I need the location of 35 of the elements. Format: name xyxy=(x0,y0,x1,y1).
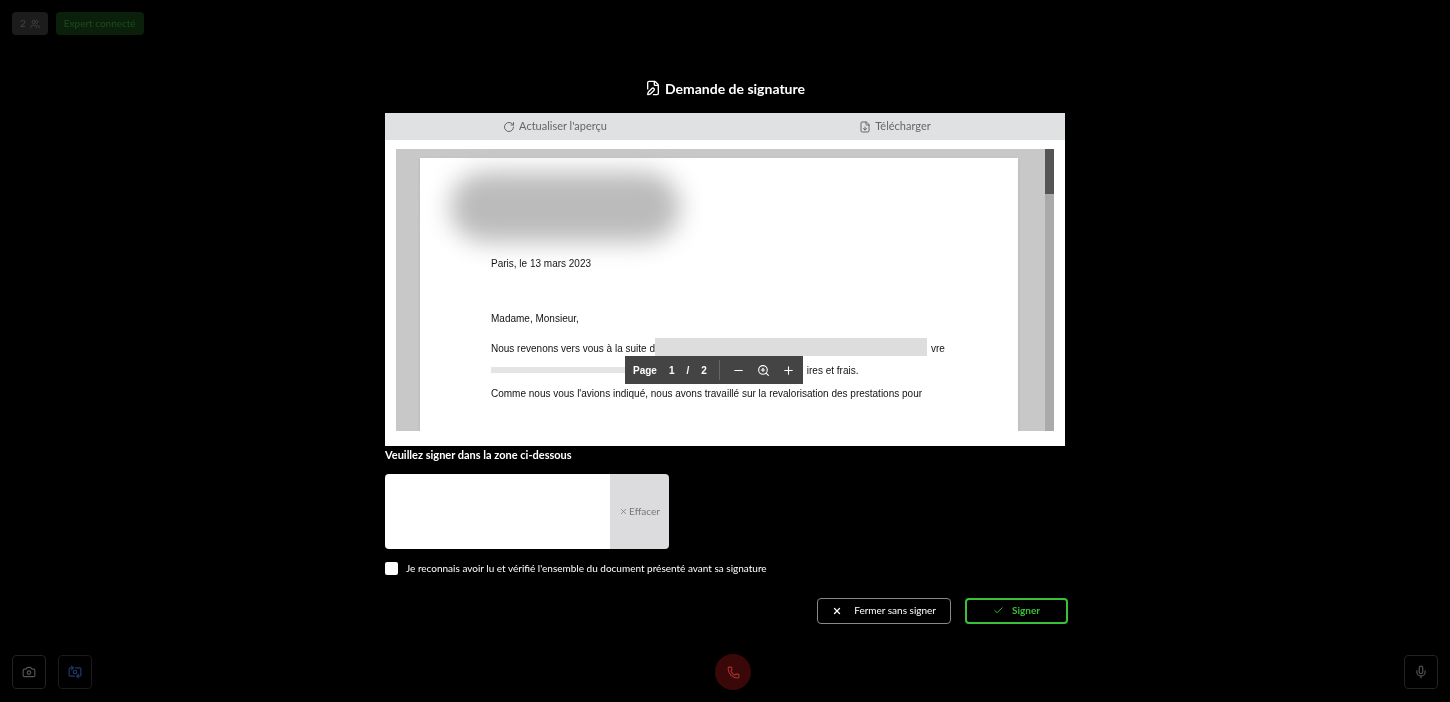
microphone-icon xyxy=(1414,665,1428,679)
close-icon xyxy=(832,605,843,616)
letter-text: Comme nous vous l'avions indiqué, nous avons travaillé sur la revalorisation des prestations pour xyxy=(491,387,924,401)
toolbar-button[interactable]: Télécharger xyxy=(725,113,1065,140)
sign-button[interactable]: Signer xyxy=(965,597,1068,624)
checkbox-label: Je reconnais avoir lu et vérifié l'ensemble du document présenté avant sa signature xyxy=(406,560,767,576)
page-separator: / xyxy=(686,363,690,378)
file-download-icon xyxy=(859,120,872,133)
close-button[interactable]: Fermer sans signer xyxy=(817,597,951,624)
letter-text: Nous revenons vers vous à la suite d xyxy=(491,342,655,356)
letter-text: vre xyxy=(931,342,945,356)
hang-up-button[interactable] xyxy=(715,654,751,690)
zoom-in-icon[interactable] xyxy=(781,363,795,377)
dialog-title: Demande de signature xyxy=(665,78,805,99)
microphone-button[interactable] xyxy=(1404,655,1438,689)
toolbar-button[interactable]: Actualiser l'aperçu xyxy=(385,113,725,140)
zoom-icon[interactable] xyxy=(756,363,770,377)
page-number-field[interactable]: 1 xyxy=(668,362,675,378)
letter-date: Paris, le 13 mars 2023 xyxy=(491,257,593,271)
checkbox[interactable] xyxy=(385,561,398,575)
check-icon xyxy=(993,605,1004,616)
edit-document-icon xyxy=(645,80,661,96)
page-label: Page xyxy=(633,363,657,378)
page-total: 2 xyxy=(701,363,707,378)
phone-icon xyxy=(726,665,740,679)
scrollbar[interactable] xyxy=(1045,149,1054,431)
refresh-icon xyxy=(503,120,516,133)
switch-camera-button[interactable] xyxy=(58,655,92,689)
camera-button[interactable] xyxy=(12,655,46,689)
camera-icon xyxy=(22,665,36,679)
letter-text: ires et frais. xyxy=(806,363,859,378)
close-icon xyxy=(619,506,629,516)
signature-prompt: Veuillez signer dans la zone ci-dessous xyxy=(385,447,573,463)
switch-camera-icon xyxy=(68,665,82,679)
letter-greeting: Madame, Monsieur, xyxy=(491,312,580,326)
